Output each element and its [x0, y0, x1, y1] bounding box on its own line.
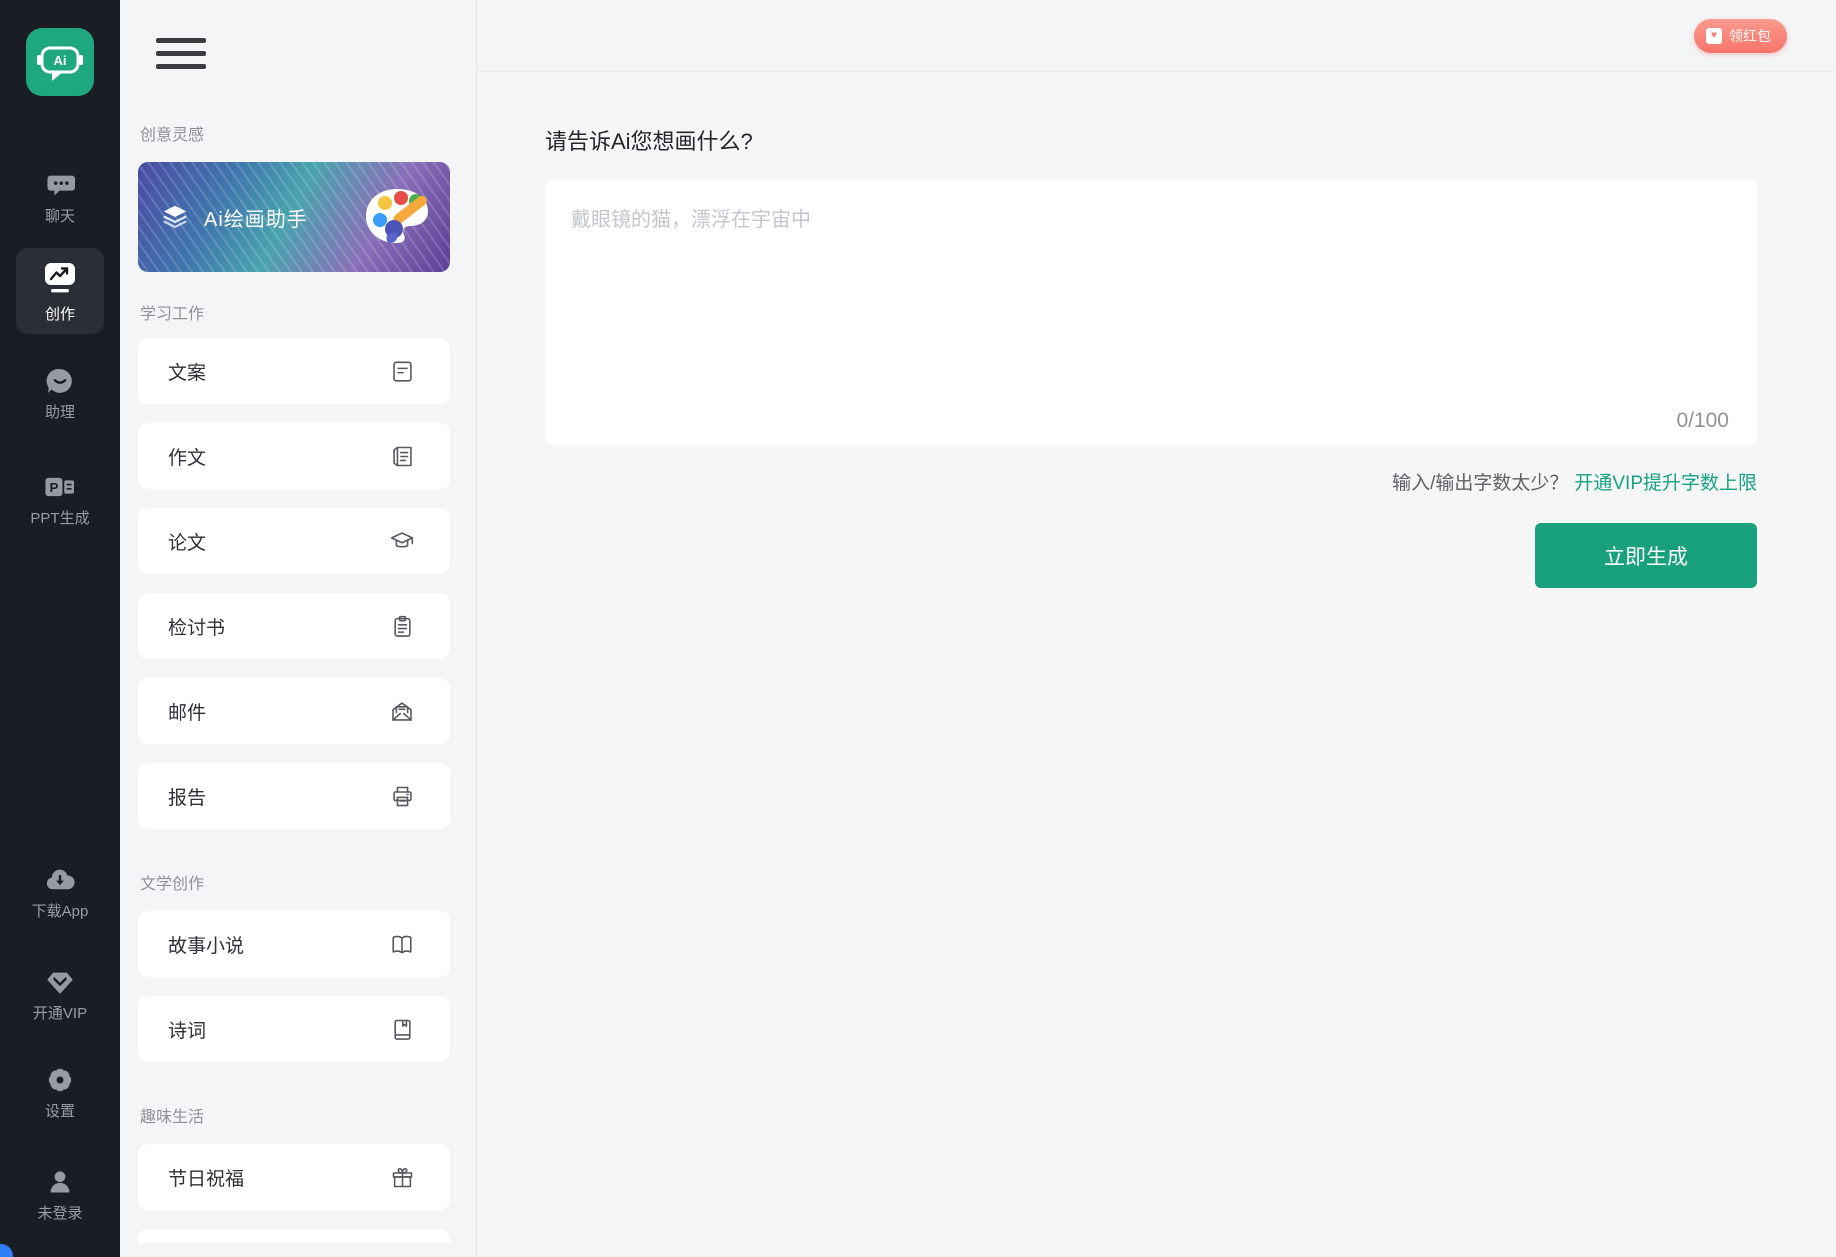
- open-book-icon: [392, 935, 412, 953]
- red-envelope-icon: ♥: [1706, 27, 1722, 44]
- clipboard-icon: [394, 615, 411, 637]
- prompt-box: 0/100: [545, 181, 1757, 445]
- graduation-cap-icon: [390, 531, 414, 547]
- tool-card-story-novel[interactable]: 故事小说: [138, 911, 450, 977]
- prompt-question: 请告诉Ai您想画什么?: [545, 129, 753, 154]
- rail-item-label: 开通VIP: [32, 1005, 88, 1022]
- notebook-icon: [394, 1019, 411, 1040]
- banner-title: Ai绘画助手: [204, 208, 308, 231]
- mail-icon: [392, 701, 412, 721]
- download-cloud-icon: [44, 865, 76, 895]
- rail-item-create[interactable]: 创作: [16, 248, 104, 334]
- main-header: ♥ 领红包: [477, 0, 1836, 72]
- tip-text: 输入/输出字数太少？: [1392, 473, 1569, 494]
- red-packet-label: 领红包: [1729, 27, 1771, 44]
- ppt-icon: P: [43, 472, 77, 502]
- svg-text:Ai: Ai: [54, 53, 67, 68]
- gift-icon: [392, 1167, 413, 1187]
- printer-icon: [393, 786, 412, 806]
- tool-card-thesis[interactable]: 论文: [138, 508, 450, 574]
- left-rail: Ai 聊天 创作 助理 P PPT生成 下载App 开通VIP 设置 未登录: [0, 0, 120, 1257]
- rail-item-label: 创作: [44, 305, 75, 323]
- rail-item-label: 设置: [44, 1103, 75, 1120]
- rail-item-label: 下载App: [31, 903, 89, 920]
- rail-item-login[interactable]: 未登录: [37, 1167, 83, 1223]
- tool-card-poetry[interactable]: 诗词: [138, 996, 450, 1062]
- create-icon: [41, 259, 79, 297]
- char-counter: 0/100: [1676, 409, 1729, 432]
- tool-card-report[interactable]: 报告: [138, 763, 450, 829]
- tip-row: 输入/输出字数太少？ 开通VIP提升字数上限: [545, 468, 1757, 495]
- partial-card[interactable]: [138, 1229, 450, 1243]
- section-title-study-work: 学习工作: [140, 306, 205, 323]
- rail-item-vip[interactable]: 开通VIP: [33, 967, 87, 1023]
- red-packet-button[interactable]: ♥ 领红包: [1694, 18, 1787, 53]
- main-panel: ♥ 领红包 请告诉Ai您想画什么? 0/100 输入/输出字数太少？开通VIP提…: [477, 0, 1836, 1257]
- rail-item-label: 聊天: [44, 208, 75, 225]
- tool-card-self-review[interactable]: 检讨书: [138, 593, 450, 659]
- card-list: 文案 作文 论文 检讨书 邮件 报告 文学创作 故事小说 诗词 趣味生活 节日祝…: [138, 338, 476, 1243]
- rail-item-assistant[interactable]: 助理: [45, 366, 75, 422]
- rail-item-chat[interactable]: 聊天: [45, 170, 75, 226]
- section-title-fun-life: 趣味生活: [140, 1109, 205, 1126]
- rail-item-label: 未登录: [37, 1205, 83, 1222]
- tool-card-copywriting[interactable]: 文案: [138, 338, 450, 404]
- draw-form: 请告诉Ai您想画什么? 0/100 输入/输出字数太少？开通VIP提升字数上限 …: [477, 72, 1836, 588]
- menu-toggle-button[interactable]: [156, 38, 206, 69]
- ai-painting-banner[interactable]: Ai绘画助手: [138, 162, 450, 272]
- rail-item-label: PPT生成: [30, 510, 90, 527]
- rail-item-settings[interactable]: 设置: [45, 1065, 75, 1121]
- svg-text:P: P: [49, 480, 58, 495]
- tools-sidebar: 创意灵感 Ai绘画助手 学习工作 文案 作文 论文 检讨书 邮件 报告 文学创作…: [120, 0, 477, 1257]
- copywriting-doc-icon: [393, 360, 412, 382]
- generate-button[interactable]: 立即生成: [1535, 523, 1757, 588]
- layers-icon: [163, 205, 187, 229]
- chat-dots-icon: [45, 170, 75, 200]
- app-logo[interactable]: Ai: [26, 28, 94, 96]
- user-icon: [46, 1167, 74, 1197]
- app-window: Ai 聊天 创作 助理 P PPT生成 下载App 开通VIP 设置 未登录 创…: [0, 0, 1836, 1257]
- section-title-inspiration: 创意灵感: [140, 127, 205, 144]
- rail-item-ppt[interactable]: P PPT生成: [30, 472, 90, 528]
- tool-card-essay[interactable]: 作文: [138, 423, 450, 489]
- essay-icon: [393, 446, 412, 466]
- assistant-smile-icon: [45, 366, 75, 396]
- ai-robot-logo-icon: Ai: [37, 46, 83, 81]
- rail-item-download-app[interactable]: 下载App: [31, 865, 89, 921]
- vip-upgrade-link[interactable]: 开通VIP提升字数上限: [1574, 473, 1757, 494]
- rail-item-label: 助理: [44, 404, 75, 421]
- gear-icon: [46, 1065, 74, 1095]
- tool-card-holiday-greeting[interactable]: 节日祝福: [138, 1144, 450, 1210]
- prompt-input[interactable]: [545, 181, 1757, 445]
- tool-card-email[interactable]: 邮件: [138, 678, 450, 744]
- vip-gem-icon: [45, 967, 75, 997]
- section-title-literature: 文学创作: [140, 876, 205, 893]
- palette-icon: [360, 185, 434, 249]
